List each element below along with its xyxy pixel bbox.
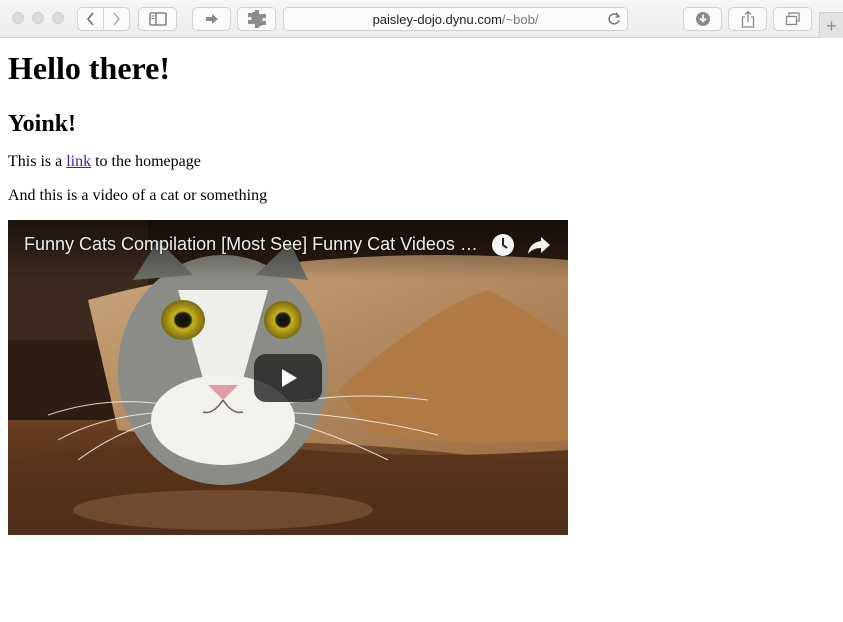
- page-content: Hello there! Yoink! This is a link to th…: [8, 39, 835, 535]
- share-button[interactable]: [728, 7, 767, 31]
- embedded-video-player[interactable]: Funny Cats Compilation [Most See] Funny …: [8, 220, 568, 535]
- chevron-right-icon: [113, 12, 121, 26]
- play-icon: [282, 369, 297, 387]
- share-icon[interactable]: [526, 232, 552, 258]
- url-host: paisley-dojo.dynu.com: [372, 11, 502, 27]
- extension-button[interactable]: [192, 7, 231, 31]
- nav-divider: [103, 7, 104, 31]
- address-bar[interactable]: paisley-dojo.dynu.com/~bob/: [283, 7, 628, 31]
- page-heading: Hello there!: [8, 50, 171, 86]
- sidebar-icon: [148, 12, 167, 26]
- paragraph-text-after: to the homepage: [91, 153, 201, 170]
- play-button[interactable]: [254, 354, 322, 402]
- page-subheading: Yoink!: [8, 111, 77, 137]
- watch-later-icon[interactable]: [490, 232, 516, 258]
- arrow-right-icon: [205, 14, 218, 24]
- puzzle-extension-button[interactable]: [237, 7, 276, 31]
- minimize-window-button[interactable]: [32, 12, 44, 24]
- reload-icon[interactable]: [606, 11, 622, 27]
- download-icon: [695, 12, 710, 26]
- close-window-button[interactable]: [12, 12, 24, 24]
- puzzle-icon: [247, 10, 266, 28]
- zoom-window-button[interactable]: [52, 12, 64, 24]
- paragraph-text-before: This is a: [8, 153, 67, 170]
- sidebar-button[interactable]: [138, 7, 177, 31]
- tabs-overview-button[interactable]: [773, 7, 812, 31]
- share-upload-icon: [741, 10, 754, 28]
- url-path: /~bob/: [501, 11, 539, 27]
- forward-button[interactable]: [104, 12, 130, 26]
- tabs-icon: [785, 12, 800, 26]
- homepage-paragraph: This is a link to the homepage: [8, 152, 835, 172]
- browser-toolbar: paisley-dojo.dynu.com/~bob/ +: [0, 0, 843, 38]
- video-title[interactable]: Funny Cats Compilation [Most See] Funny …: [24, 232, 486, 256]
- video-caption-paragraph: And this is a video of a cat or somethin…: [8, 187, 268, 204]
- homepage-link[interactable]: link: [66, 153, 91, 170]
- downloads-button[interactable]: [683, 7, 722, 31]
- back-button[interactable]: [78, 12, 104, 26]
- new-tab-button[interactable]: +: [819, 12, 843, 38]
- chevron-left-icon: [86, 12, 94, 26]
